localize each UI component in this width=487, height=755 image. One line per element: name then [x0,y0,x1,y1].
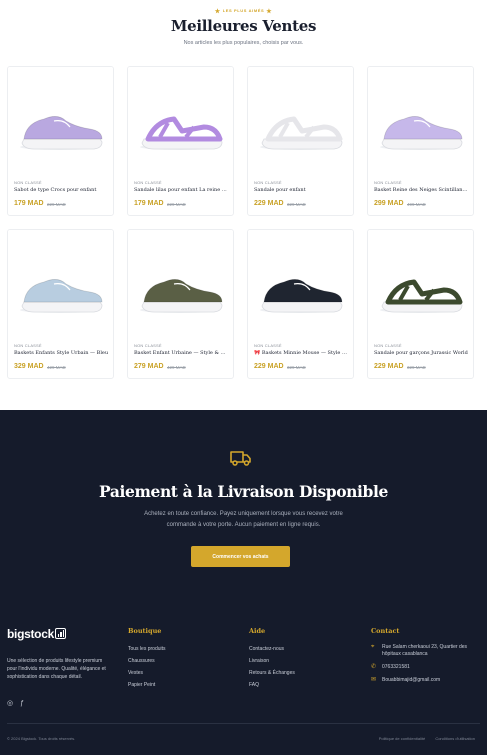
product-category: NON CLASSÉ [374,343,402,348]
product-name[interactable]: Basket Reine des Neiges Scintillantes [374,187,469,193]
phone-icon: ✆ [371,664,377,670]
cod-description: Achetez en toute confiance. Payez unique… [0,509,487,531]
product-image[interactable] [8,230,113,338]
contact-phone[interactable]: ✆ 0763321581 [371,664,481,671]
product-name[interactable]: Basket Enfant Urbaine — Style & Confort [134,350,229,356]
footer-link-jackets[interactable]: Vestes [128,670,166,682]
product-old-price: 329 MAD [287,202,306,207]
site-footer: bigstock Une sélection de produits lifes… [0,615,487,755]
product-image[interactable] [248,230,353,338]
product-name[interactable]: 🎀 Baskets Minnie Mouse — Style Magique [254,350,349,356]
product-image[interactable] [248,67,353,175]
product-old-price: 229 MAD [47,202,66,207]
product-card[interactable]: NON CLASSÉ Sandale pour garçons Jurassic… [367,229,474,379]
boutique-links: Tous les produits Chaussures Vestes Papi… [128,646,166,694]
product-category: NON CLASSÉ [134,343,162,348]
product-card[interactable]: NON CLASSÉ Sabot de type Crocs pour enfa… [7,66,114,216]
privacy-policy-link[interactable]: Politique de confidentialité [379,736,425,741]
product-price: 229 MAD [254,363,284,370]
product-card[interactable]: NON CLASSÉ Basket Enfant Urbaine — Style… [127,229,234,379]
footer-link-delivery[interactable]: Livraison [249,658,295,670]
footer-about: Une sélection de produits lifestyle prem… [7,658,106,680]
star-icon: ★ [266,9,273,15]
product-category: NON CLASSÉ [134,180,162,185]
product-old-price: 329 MAD [407,365,426,370]
cod-banner: Paiement à la Livraison Disponible Achet… [0,410,487,615]
product-image[interactable] [128,230,233,338]
footer-link-wallpaper[interactable]: Papier Peint [128,682,166,694]
product-card[interactable]: NON CLASSÉ Baskets Enfants Style Urbain … [7,229,114,379]
product-price: 299 MAD [374,200,404,207]
product-image[interactable] [128,67,233,175]
product-image[interactable] [368,230,473,338]
contact-heading: Contact [371,627,400,635]
product-card[interactable]: NON CLASSÉ Basket Reine des Neiges Scint… [367,66,474,216]
footer-link-contact[interactable]: Contactez-nous [249,646,295,658]
footer-logo[interactable]: bigstock [7,627,66,641]
product-category: NON CLASSÉ [14,343,42,348]
cod-line-1: Achetez en toute confiance. Payez unique… [144,511,343,517]
start-shopping-button[interactable]: Commencer vos achats [191,546,290,567]
bag-logo-icon [54,628,66,639]
product-card[interactable]: NON CLASSÉ Sandale lilas pour enfant La … [127,66,234,216]
truck-icon [230,451,251,466]
copyright: © 2024 Bigstock. Tous droits réservés. [7,736,76,741]
product-name[interactable]: Baskets Enfants Style Urbain — Bleu [14,350,109,356]
cod-line-2: commande à votre porte. Aucun paiement e… [166,522,321,528]
product-category: NON CLASSÉ [254,180,282,185]
product-old-price: 499 MAD [407,202,426,207]
phone-text: 0763321581 [382,664,410,670]
product-name[interactable]: Sandale pour enfant [254,187,349,193]
best-sellers-eyebrow: ★ LES PLUS AIMÉS ★ [0,8,487,15]
contact-email[interactable]: ✉ Bouabbimajid@gmail.com [371,677,481,684]
product-category: NON CLASSÉ [14,180,42,185]
product-category: NON CLASSÉ [374,180,402,185]
product-old-price: 329 MAD [287,365,306,370]
product-image[interactable] [368,67,473,175]
product-card[interactable]: NON CLASSÉ 🎀 Baskets Minnie Mouse — Styl… [247,229,354,379]
footer-divider [7,723,480,724]
legal-links: Politique de confidentialité Conditions … [370,736,475,741]
footer-link-faq[interactable]: FAQ [249,682,295,694]
aide-heading: Aide [249,627,266,635]
best-sellers-section: ★ LES PLUS AIMÉS ★ Meilleures Ventes Nos a… [0,0,487,410]
footer-link-returns[interactable]: Retours & Échanges [249,670,295,682]
product-price: 279 MAD [134,363,164,370]
product-price: 229 MAD [374,363,404,370]
logo-text: bigstock [7,627,54,641]
product-image[interactable] [8,67,113,175]
product-name[interactable]: Sandale lilas pour enfant La reine des n… [134,187,229,193]
product-card[interactable]: NON CLASSÉ Sandale pour enfant 229 MAD 3… [247,66,354,216]
product-name[interactable]: Sabot de type Crocs pour enfant [14,187,109,193]
address-text: Rue Salam cherkaoui 23, Quartier des hôp… [382,644,468,657]
product-old-price: 429 MAD [167,365,186,370]
product-price: 329 MAD [14,363,44,370]
aide-links: Contactez-nous Livraison Retours & Échan… [249,646,295,694]
contact-info: ⌖ Rue Salam cherkaoui 23, Quartier des h… [371,644,481,690]
product-price: 179 MAD [14,200,44,207]
location-pin-icon: ⌖ [371,644,375,650]
footer-link-shoes[interactable]: Chaussures [128,658,166,670]
eyebrow-text: LES PLUS AIMÉS [222,8,265,13]
best-sellers-title: Meilleures Ventes [170,17,317,35]
social-links: ◎ ƒ [7,700,24,707]
product-price: 229 MAD [254,200,284,207]
facebook-icon[interactable]: ƒ [20,700,24,707]
footer-link-all-products[interactable]: Tous les produits [128,646,166,658]
product-name[interactable]: Sandale pour garçons Jurassic World [374,350,469,356]
contact-address: ⌖ Rue Salam cherkaoui 23, Quartier des h… [371,644,481,658]
product-old-price: 429 MAD [47,365,66,370]
terms-link[interactable]: Conditions d'utilisation [435,736,475,741]
cod-title: Paiement à la Livraison Disponible [99,482,388,501]
product-old-price: 229 MAD [167,202,186,207]
instagram-icon[interactable]: ◎ [7,700,13,707]
product-category: NON CLASSÉ [254,343,282,348]
boutique-heading: Boutique [128,627,162,635]
product-price: 179 MAD [134,200,164,207]
email-text: Bouabbimajid@gmail.com [382,677,441,683]
best-sellers-subtitle: Nos articles les plus populaires, choisi… [183,40,304,46]
mail-icon: ✉ [371,677,377,683]
star-icon: ★ [214,9,221,15]
product-grid: NON CLASSÉ Sabot de type Crocs pour enfa… [7,66,475,379]
